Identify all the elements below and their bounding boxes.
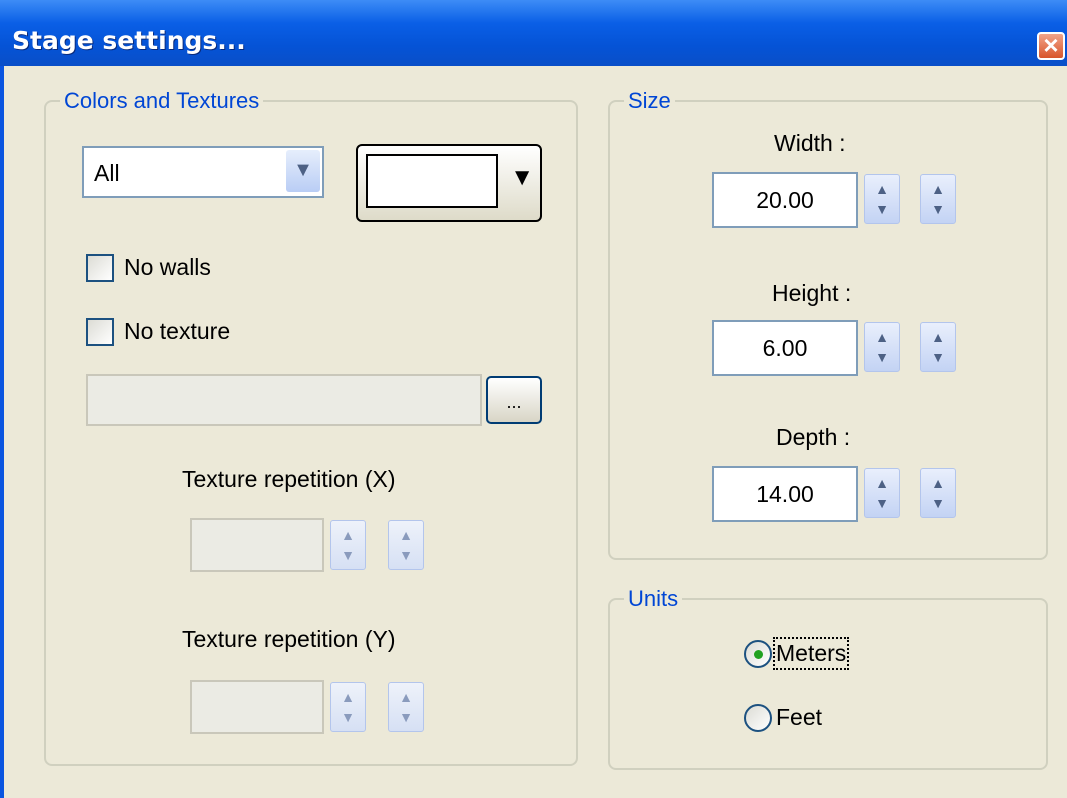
no-texture-checkbox[interactable]	[86, 318, 114, 346]
repeat-x-spinner-b[interactable]: ▲ ▼	[388, 520, 424, 570]
repeat-x-spinner-a[interactable]: ▲ ▼	[330, 520, 366, 570]
spin-up-icon[interactable]: ▲	[865, 329, 899, 345]
width-field[interactable]: 20.00	[712, 172, 858, 228]
height-label: Height :	[772, 280, 852, 306]
spin-up-icon[interactable]: ▲	[331, 527, 365, 543]
spin-down-icon[interactable]: ▼	[921, 495, 955, 511]
spin-up-icon[interactable]: ▲	[389, 689, 423, 705]
surface-select-value: All	[94, 160, 120, 186]
depth-spinner-a[interactable]: ▲ ▼	[864, 468, 900, 518]
width-spinner-b[interactable]: ▲ ▼	[920, 174, 956, 224]
spin-down-icon[interactable]: ▼	[331, 547, 365, 563]
spin-up-icon[interactable]: ▲	[331, 689, 365, 705]
units-group: Units	[608, 586, 1048, 770]
no-texture-label[interactable]: No texture	[124, 318, 230, 345]
close-icon: ×	[1043, 30, 1059, 60]
repeat-y-spinner-b[interactable]: ▲ ▼	[388, 682, 424, 732]
texture-path-field[interactable]	[86, 374, 482, 426]
color-swatch	[366, 154, 498, 208]
radio-selected-dot	[754, 650, 763, 659]
depth-spinner-b[interactable]: ▲ ▼	[920, 468, 956, 518]
browse-texture-button[interactable]: ...	[486, 376, 542, 424]
spin-down-icon[interactable]: ▼	[921, 201, 955, 217]
width-label: Width :	[774, 130, 846, 156]
height-spinner-b[interactable]: ▲ ▼	[920, 322, 956, 372]
depth-label: Depth :	[776, 424, 851, 450]
repeat-y-spinner-a[interactable]: ▲ ▼	[330, 682, 366, 732]
spin-up-icon[interactable]: ▲	[389, 527, 423, 543]
height-field[interactable]: 6.00	[712, 320, 858, 376]
depth-field[interactable]: 14.00	[712, 466, 858, 522]
spin-down-icon[interactable]: ▼	[389, 547, 423, 563]
meters-label[interactable]: Meters	[772, 637, 850, 670]
feet-label[interactable]: Feet	[776, 704, 822, 731]
spin-down-icon[interactable]: ▼	[865, 349, 899, 365]
title-bar[interactable]: Stage settings... ×	[0, 0, 1067, 66]
dialog-title: Stage settings...	[12, 26, 246, 55]
spin-down-icon[interactable]: ▼	[389, 709, 423, 725]
repeat-x-label: Texture repetition (X)	[182, 466, 396, 492]
color-picker-button[interactable]: ▼	[356, 144, 542, 222]
chevron-down-icon[interactable]: ▼	[286, 150, 320, 192]
spin-up-icon[interactable]: ▲	[865, 181, 899, 197]
no-walls-checkbox[interactable]	[86, 254, 114, 282]
spin-down-icon[interactable]: ▼	[921, 349, 955, 365]
spin-up-icon[interactable]: ▲	[921, 181, 955, 197]
units-legend: Units	[624, 586, 683, 612]
repeat-x-field[interactable]	[190, 518, 324, 572]
spin-up-icon[interactable]: ▲	[921, 475, 955, 491]
spin-down-icon[interactable]: ▼	[331, 709, 365, 725]
repeat-y-label: Texture repetition (Y)	[182, 626, 396, 652]
close-button[interactable]: ×	[1037, 32, 1065, 60]
browse-label: ...	[506, 392, 522, 412]
spin-down-icon[interactable]: ▼	[865, 201, 899, 217]
size-legend: Size	[624, 88, 675, 114]
surface-select[interactable]: All ▼	[82, 146, 324, 198]
feet-radio[interactable]	[744, 704, 772, 732]
spin-down-icon[interactable]: ▼	[865, 495, 899, 511]
meters-radio[interactable]	[744, 640, 772, 668]
colors-textures-legend: Colors and Textures	[60, 88, 264, 114]
height-spinner-a[interactable]: ▲ ▼	[864, 322, 900, 372]
width-spinner-a[interactable]: ▲ ▼	[864, 174, 900, 224]
no-walls-label[interactable]: No walls	[124, 254, 211, 281]
spin-up-icon[interactable]: ▲	[921, 329, 955, 345]
repeat-y-field[interactable]	[190, 680, 324, 734]
spin-up-icon[interactable]: ▲	[865, 475, 899, 491]
stage-settings-dialog: Stage settings... × Colors and Textures …	[0, 0, 1067, 798]
caret-down-icon: ▼	[510, 164, 534, 191]
